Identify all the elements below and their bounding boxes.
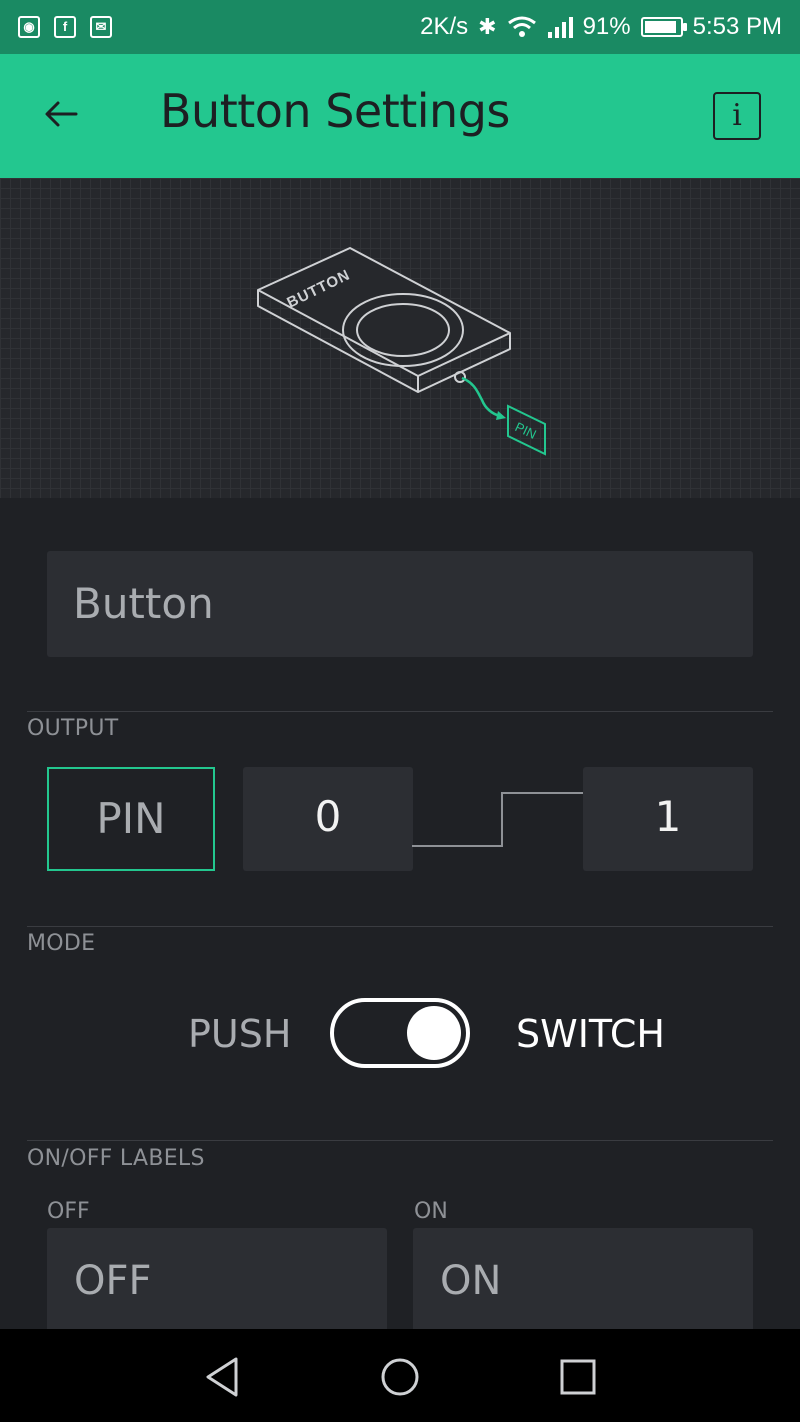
facebook-icon: f: [54, 16, 76, 38]
output-high-value[interactable]: 1: [583, 767, 753, 871]
mode-push-label[interactable]: PUSH: [188, 1012, 291, 1056]
pin-tag-label: PIN: [513, 419, 539, 442]
page-title: Button Settings: [160, 84, 510, 138]
gmail-icon: ✉: [90, 16, 112, 38]
signal-icon: [547, 17, 573, 38]
on-label-input[interactable]: ON: [413, 1228, 753, 1338]
divider: [27, 1140, 773, 1141]
toggle-knob: [407, 1006, 461, 1060]
back-triangle-icon[interactable]: [198, 1353, 246, 1401]
mode-toggle-switch[interactable]: [330, 998, 470, 1068]
output-section-label: OUTPUT: [27, 716, 119, 741]
recents-square-icon[interactable]: [554, 1353, 602, 1401]
net-speed: 2K/s: [420, 13, 469, 40]
app-bar: Button Settings i: [0, 54, 800, 178]
divider: [27, 926, 773, 927]
button-device-illustration: BUTTON PIN: [257, 247, 546, 456]
status-bar: ◉ f ✉ 2K/s ✱ 91% 5:53 PM: [0, 0, 800, 54]
battery-icon: [640, 17, 687, 37]
pin-select-button[interactable]: PIN: [47, 767, 215, 871]
info-icon: i: [732, 98, 742, 133]
maps-icon: ◉: [18, 16, 40, 38]
widget-name-input[interactable]: Button: [47, 551, 753, 657]
on-caption: ON: [414, 1199, 448, 1224]
mode-section-label: MODE: [27, 931, 96, 956]
system-indicators: 2K/s ✱ 91% 5:53 PM: [420, 13, 782, 41]
wifi-icon: [507, 16, 536, 37]
onoff-section-label: ON/OFF LABELS: [27, 1146, 205, 1171]
home-circle-icon[interactable]: [376, 1353, 424, 1401]
output-low-value[interactable]: 0: [243, 767, 413, 871]
system-nav-bar: [0, 1329, 800, 1422]
mode-switch-label[interactable]: SWITCH: [516, 1012, 665, 1056]
arrow-left-icon: [45, 101, 78, 127]
back-button[interactable]: [40, 92, 84, 136]
battery-percent: 91%: [582, 13, 631, 40]
divider: [27, 711, 773, 712]
bluetooth-icon: ✱: [478, 14, 497, 39]
off-label-input[interactable]: OFF: [47, 1228, 387, 1338]
off-caption: OFF: [47, 1199, 90, 1224]
battery-level: [644, 21, 676, 33]
clock: 5:53 PM: [692, 13, 782, 40]
widget-illustration: BUTTON PIN: [0, 178, 800, 498]
notification-icons: ◉ f ✉: [18, 16, 112, 38]
info-button[interactable]: i: [713, 92, 761, 140]
output-range-connector: [412, 792, 584, 847]
